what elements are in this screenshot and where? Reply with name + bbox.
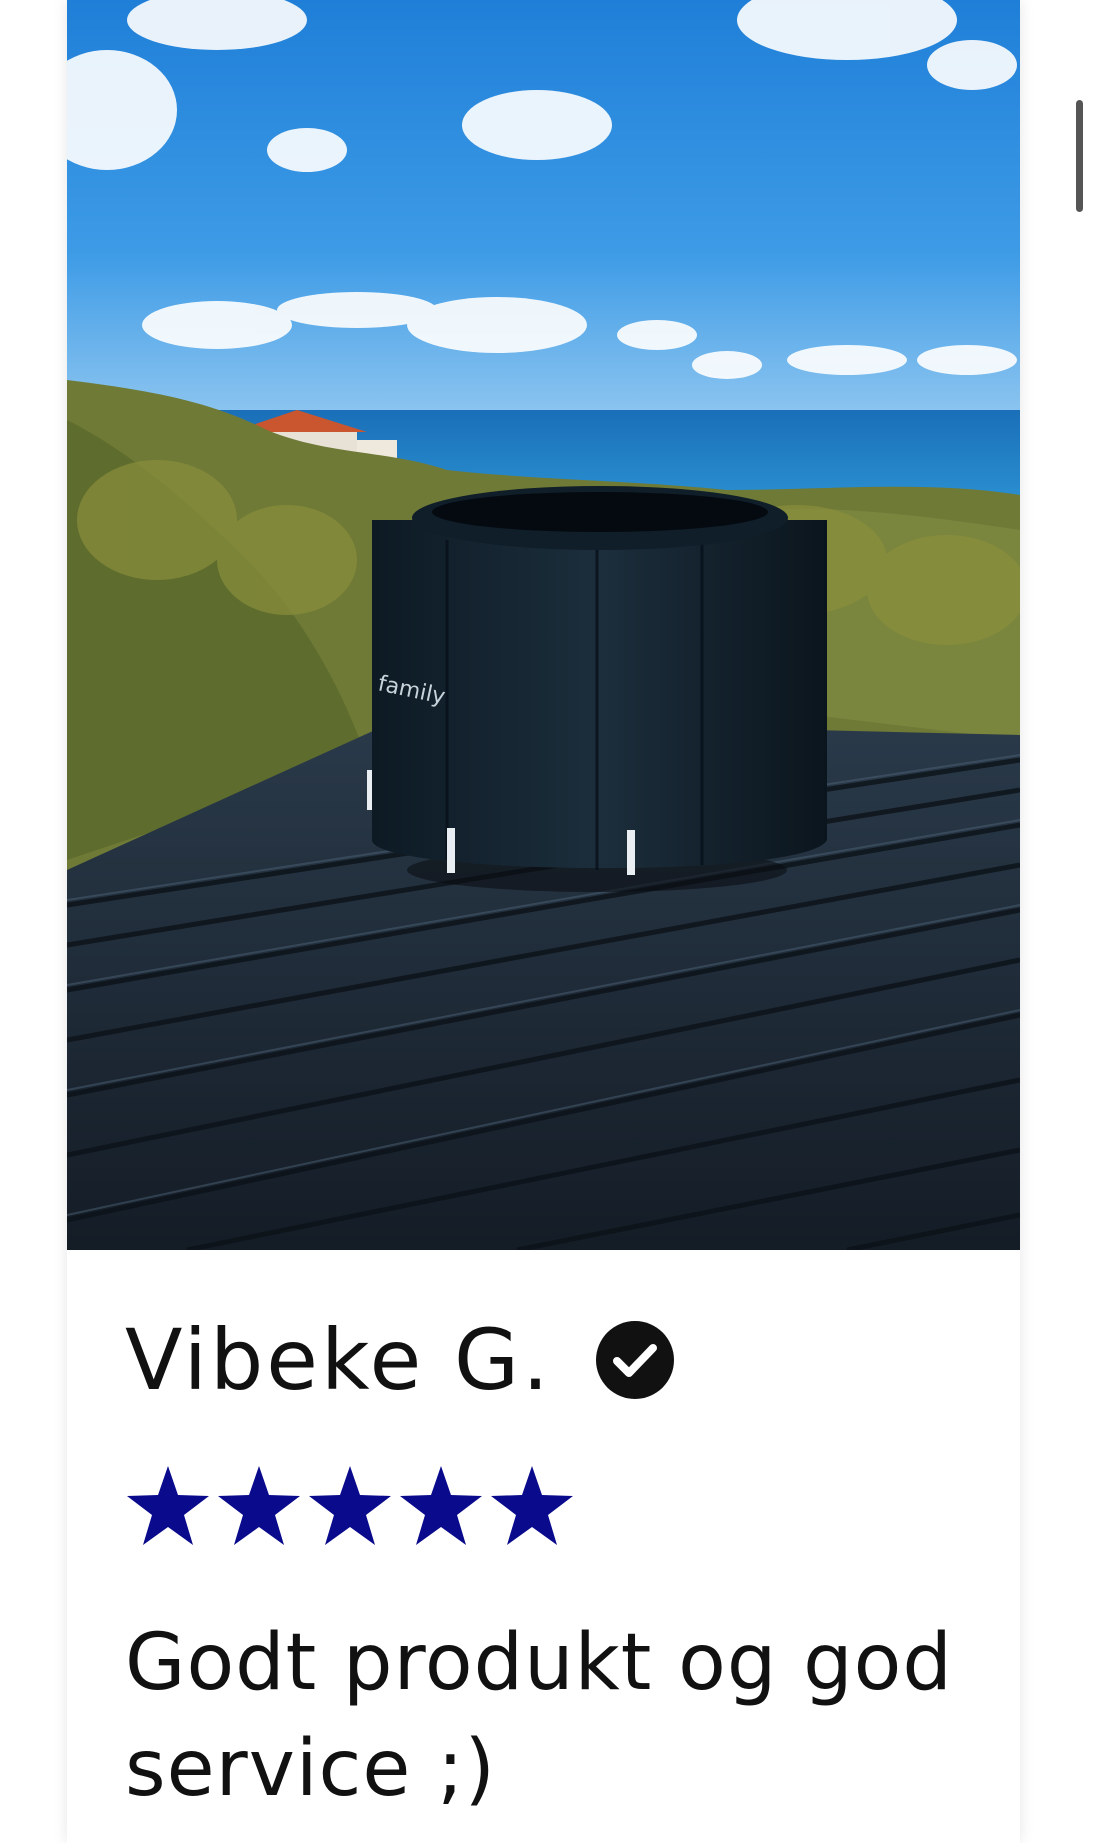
scrollbar-thumb[interactable]	[1076, 100, 1083, 212]
star-icon	[400, 1466, 482, 1545]
reviewer-row: Vibeke G.	[125, 1306, 962, 1414]
review-text: Godt produkt og god service ;)	[125, 1618, 953, 1814]
review-photo-illustration: family	[67, 0, 1020, 1250]
star-icon	[218, 1466, 300, 1545]
reviewer-name: Vibeke G.	[125, 1311, 552, 1409]
review-body: Vibeke G. Godt produkt og god service ;)	[67, 1306, 1020, 1822]
review-photo[interactable]: family	[67, 0, 1020, 1250]
check-circle-icon	[595, 1321, 674, 1399]
page: family Vibeke G. Godt produkt og god ser…	[0, 0, 1096, 1843]
star-icon	[309, 1466, 391, 1545]
star-rating	[125, 1464, 962, 1548]
review-card: family Vibeke G. Godt produkt og god ser…	[67, 0, 1020, 1843]
star-icon	[127, 1466, 209, 1545]
star-icon	[491, 1466, 573, 1545]
